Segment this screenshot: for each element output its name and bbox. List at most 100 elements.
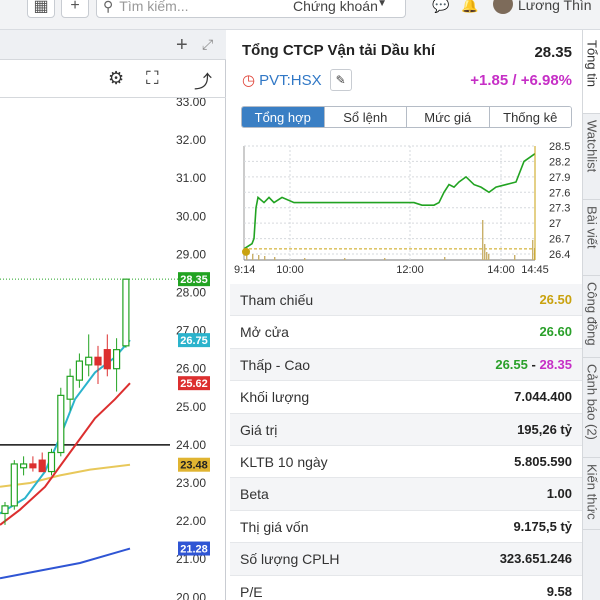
y-tick-label: 28.5 — [549, 141, 570, 153]
y-tick-label: 28.2 — [549, 156, 570, 168]
x-tick-label: 14:00 — [487, 264, 515, 276]
candle-body — [1, 505, 9, 515]
add-chart-icon[interactable]: + — [176, 34, 188, 57]
gear-icon[interactable]: ⚙ — [108, 68, 124, 89]
stat-label: Giá trị — [240, 421, 278, 438]
candle-body — [85, 356, 93, 366]
exchange-select[interactable]: Chứng khoán — [293, 0, 378, 14]
tab-tong-hop[interactable]: Tổng hợp — [242, 107, 325, 127]
price-series-line — [243, 153, 536, 250]
volume-bar — [514, 255, 516, 260]
volume-bar — [264, 256, 266, 260]
side-tab-alerts[interactable]: Cảnh báo (2) — [583, 358, 600, 458]
share-icon[interactable]: ⤴ — [194, 68, 212, 94]
stat-row-reference: Tham chiếu 26.50 — [230, 284, 582, 317]
y-tick-label: 26.7 — [549, 234, 570, 246]
candle-body — [103, 349, 111, 370]
stat-value: 7.044.400 — [514, 389, 572, 405]
user-name[interactable]: Lương Thìn — [518, 0, 592, 13]
volume-bar — [484, 244, 486, 260]
stat-label: KLTB 10 ngày — [240, 453, 328, 470]
intraday-chart[interactable]: 28.5 28.2 27.9 27.6 27.3 27 26.7 26.4 9:14 10:00 1… — [230, 138, 582, 282]
fullscreen-icon[interactable]: ⛶ — [146, 68, 159, 89]
side-tab-knowledge[interactable]: Kiến thức — [583, 458, 600, 530]
stat-value-range: 26.55 - 28.35 — [495, 357, 572, 372]
detail-tabs: Tổng hợp Sổ lệnh Mức giá Thống kê — [241, 106, 572, 128]
volume-bar — [304, 258, 306, 260]
pencil-icon: ✎ — [335, 73, 346, 87]
stat-label: P/E — [240, 583, 263, 600]
stock-detail-panel: Tổng CTCP Vận tải Dầu khí 28.35 ◷ PVT:HS… — [230, 30, 582, 600]
price-marker-label: 25.62 — [180, 378, 208, 390]
y-tick-label: 26.4 — [549, 249, 570, 261]
stat-value: 9.175,5 tỷ — [513, 518, 572, 534]
stat-label: Tham chiếu — [240, 292, 314, 308]
side-tab-articles[interactable]: Bài viết — [583, 200, 600, 276]
price-axis-tick: 22.00 — [176, 514, 206, 528]
y-tick-label: 27.6 — [549, 187, 570, 199]
price-marker-label: 28.35 — [180, 274, 208, 286]
candle-body — [75, 360, 84, 381]
candle-body — [94, 356, 102, 366]
add-button[interactable]: + — [61, 0, 89, 18]
current-price: 28.35 — [534, 44, 572, 61]
price-axis-tick: 24.00 — [176, 438, 206, 452]
stat-value: 1.00 — [546, 486, 572, 502]
stat-label: Thấp - Cao — [240, 356, 311, 373]
volume-bar — [344, 258, 346, 260]
stat-value: 195,26 tỷ — [517, 421, 572, 437]
stat-label: Số lượng CPLH — [240, 551, 340, 568]
chevron-down-icon: ▼ — [377, 0, 387, 9]
edit-button[interactable]: ✎ — [329, 69, 352, 91]
search-placeholder: Tìm kiếm... — [119, 0, 189, 14]
chart-panel-header: + ⤢ — [0, 30, 226, 60]
stat-label: Beta — [240, 486, 269, 503]
stat-value: 26.60 — [539, 324, 572, 340]
tab-muc-gia[interactable]: Mức giá — [407, 107, 490, 127]
price-axis-tick: 29.00 — [176, 247, 206, 261]
side-tabs: Tổng tin Watchlist Bài viết Công đồng Cả… — [582, 30, 600, 600]
volume-bar — [532, 240, 534, 260]
stat-value: 5.805.590 — [514, 453, 572, 469]
stat-row-low-high: Thấp - Cao 26.55 - 28.35 — [230, 348, 582, 382]
tab-so-lenh[interactable]: Sổ lệnh — [324, 107, 407, 127]
stat-label: Thị giá vốn — [240, 518, 309, 535]
price-axis-tick: 31.00 — [176, 171, 206, 185]
tab-thong-ke[interactable]: Thống kê — [489, 107, 571, 127]
price-axis-tick: 30.00 — [176, 209, 206, 223]
stat-value: 26.50 — [539, 292, 572, 307]
bell-icon[interactable]: 🔔 — [461, 0, 478, 14]
price-axis-tick: 23.00 — [176, 476, 206, 490]
volume-bar — [252, 254, 254, 260]
candlestick-chart[interactable]: 33.0032.0031.0030.0029.0028.0027.0026.00… — [0, 98, 226, 600]
search-icon: ⚲ — [103, 0, 114, 14]
avatar[interactable] — [493, 0, 513, 14]
side-tab-news[interactable]: Tổng tin — [583, 30, 600, 114]
chat-icon[interactable]: 💬 — [432, 0, 449, 14]
search-input[interactable]: ⚲ Tìm kiếm... Chứng khoán ▼ — [96, 0, 406, 18]
side-tab-community[interactable]: Công đồng — [583, 276, 600, 358]
y-tick-label: 27.9 — [549, 172, 570, 184]
expand-icon[interactable]: ⤢ — [202, 36, 213, 53]
stat-value: 9.58 — [546, 583, 572, 599]
candle-body — [112, 349, 121, 370]
price-axis-tick: 26.00 — [176, 362, 206, 376]
stat-label: Khối lượng — [240, 389, 310, 406]
clock-icon: ◷ — [242, 72, 256, 89]
open-point — [242, 247, 250, 256]
stat-row-pe: P/E 9.58 — [230, 576, 582, 600]
ma-line-blue — [0, 547, 131, 580]
candle-body — [122, 278, 130, 347]
grid-icon: ▦ — [33, 0, 49, 15]
stat-label: Mở cửa — [240, 324, 289, 341]
grid-menu-button[interactable]: ▦ — [27, 0, 55, 18]
chart-panel: + ⤢ ⚙ ⛶ ⤴ 33.00 32.00 31.00 30.00 29.00 28.00… — [0, 30, 226, 600]
side-tab-watchlist[interactable]: Watchlist — [583, 114, 600, 200]
range-separator: - — [527, 356, 540, 372]
ticker-row: ◷ PVT:HSX ✎ — [242, 69, 352, 91]
x-tick-label: 14:45 — [521, 264, 549, 276]
candle-body — [66, 375, 74, 400]
stat-row-shares: Số lượng CPLH 323.651.246 — [230, 543, 582, 576]
high-value: 28.35 — [539, 356, 572, 372]
ticker-symbol[interactable]: PVT:HSX — [259, 72, 322, 89]
